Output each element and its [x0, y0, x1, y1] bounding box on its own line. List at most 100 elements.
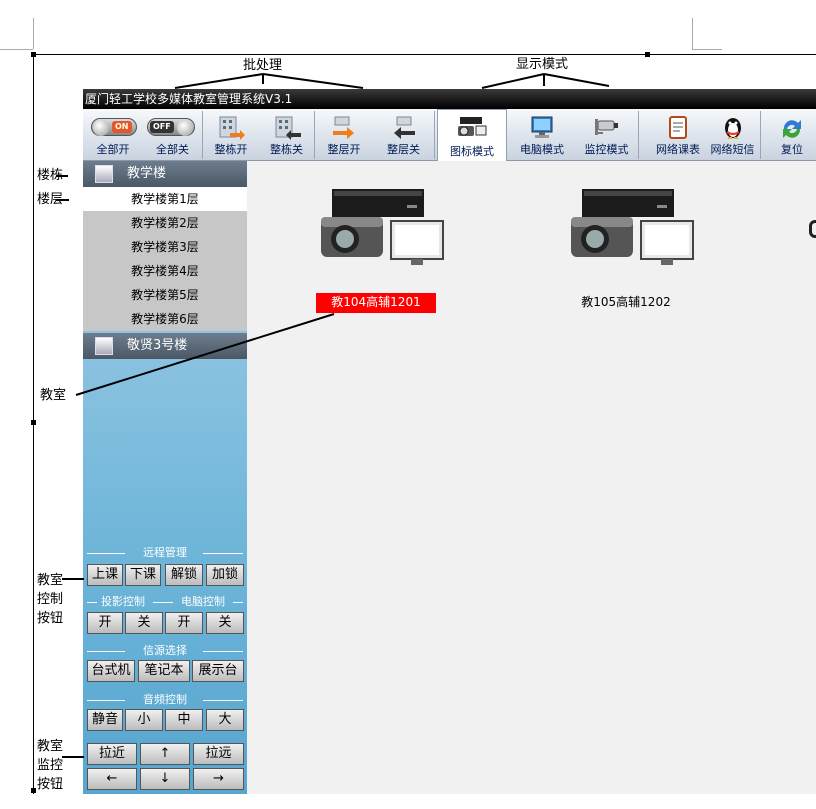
floor-on-button[interactable]: 整层开 — [315, 111, 373, 159]
floor-on-icon — [333, 116, 354, 139]
reset-label: 复位 — [781, 143, 803, 156]
pan-left-button[interactable]: ← — [87, 768, 137, 790]
classroom-label: 教104高辅1201 — [316, 293, 436, 313]
projector-off-button[interactable]: 关 — [125, 612, 163, 634]
lock-button[interactable]: 加锁 — [206, 564, 244, 586]
annotation-control-buttons: 教室 控制 按钮 — [37, 571, 63, 628]
resize-handle[interactable] — [31, 788, 36, 793]
floor-item[interactable]: 教学楼第3层 — [83, 235, 247, 259]
schedule-button[interactable]: 网络课表 — [651, 111, 705, 159]
building-item[interactable]: 教学楼 — [83, 161, 247, 187]
crop-mark — [33, 18, 34, 49]
remote-section-title: 远程管理 — [83, 546, 247, 560]
window-title: 厦门轻工学校多媒体教室管理系统V3.1 — [83, 89, 816, 109]
mute-button[interactable]: 静音 — [87, 709, 123, 731]
building-off-label: 整栋关 — [270, 143, 303, 156]
classroom-item[interactable]: 教105高辅1202 — [557, 183, 697, 313]
toolbar: ON 全部开 OFF 全部关 整栋开 整栋关 整层开 整层关 图标模式 电脑模式… — [83, 109, 816, 161]
volume-high-button[interactable]: 大 — [206, 709, 244, 731]
class-start-button[interactable]: 上课 — [87, 564, 123, 586]
floor-off-label: 整层关 — [387, 143, 420, 156]
all-off-button[interactable]: OFF 全部关 — [143, 111, 203, 159]
computer-title: 电脑控制 — [181, 595, 225, 608]
classroom-area: 教104高辅1201 教105高辅1202 — [247, 161, 816, 794]
monitor-mode-label: 监控模式 — [584, 143, 629, 156]
tilt-down-button[interactable]: ↓ — [140, 768, 190, 790]
on-badge: ON — [112, 121, 132, 133]
annotation-floor: 楼层 — [37, 192, 64, 207]
source-title: 信源选择 — [143, 644, 187, 657]
unlock-button[interactable]: 解锁 — [165, 564, 203, 586]
toggle-off-icon: OFF — [147, 118, 195, 136]
floor-item[interactable]: 教学楼第6层 — [83, 307, 247, 331]
classroom-item[interactable]: 教104高辅1201 — [307, 183, 447, 313]
floor-item[interactable]: 教学楼第2层 — [83, 211, 247, 235]
source-laptop-button[interactable]: 笔记本 — [138, 660, 190, 682]
building-item[interactable]: 敬贤3号楼 — [83, 333, 247, 359]
reset-button[interactable]: 复位 — [767, 111, 816, 159]
resize-handle[interactable] — [31, 420, 36, 425]
floor-item[interactable]: 教学楼第1层 — [83, 187, 247, 211]
zoom-out-button[interactable]: 拉远 — [193, 743, 244, 765]
sms-button[interactable]: 网络短信 — [705, 111, 761, 159]
annotation-monitor-buttons: 教室 监控 按钮 — [37, 737, 63, 794]
volume-mid-button[interactable]: 中 — [165, 709, 203, 731]
classroom-item[interactable] — [807, 216, 816, 246]
annotation-line: 按钮 — [37, 777, 64, 792]
crop-mark — [692, 18, 693, 49]
icon-mode-tab[interactable]: 图标模式 — [437, 109, 507, 161]
crop-mark — [0, 49, 33, 50]
monitor-mode-tab[interactable]: 监控模式 — [575, 111, 639, 159]
all-on-label: 全部开 — [96, 143, 130, 156]
annotation-line: 监控 — [37, 758, 64, 773]
floor-on-label: 整层开 — [327, 143, 361, 156]
building-on-icon — [219, 116, 245, 140]
annotation-line: 控制 — [37, 592, 64, 607]
building-icon — [95, 165, 113, 183]
building-off-icon — [275, 116, 301, 140]
schedule-label: 网络课表 — [656, 143, 700, 156]
floor-off-button[interactable]: 整层关 — [373, 111, 435, 159]
pc-mode-tab[interactable]: 电脑模式 — [509, 111, 575, 159]
projector-title: 投影控制 — [101, 595, 145, 608]
floor-item[interactable]: 教学楼第4层 — [83, 259, 247, 283]
computer-off-button[interactable]: 关 — [206, 612, 244, 634]
sidebar: 教学楼 教学楼第1层 教学楼第2层 教学楼第3层 教学楼第4层 教学楼第5层 教… — [83, 161, 247, 794]
annotation-line: 按钮 — [37, 611, 64, 626]
audio-section-title: 音频控制 — [83, 693, 247, 707]
computer-on-button[interactable]: 开 — [165, 612, 203, 634]
annotation-building: 楼栋 — [37, 168, 64, 183]
source-presenter-button[interactable]: 展示台 — [192, 660, 244, 682]
resize-handle[interactable] — [31, 52, 36, 57]
class-end-button[interactable]: 下课 — [125, 564, 161, 586]
audio-title: 音频控制 — [143, 693, 187, 706]
projector-computer-section-title: 投影控制 电脑控制 — [83, 595, 247, 609]
building-off-button[interactable]: 整栋关 — [259, 111, 315, 159]
annotation-line: 教室 — [37, 573, 64, 588]
off-badge: OFF — [150, 121, 174, 133]
icon-mode-label: 图标模式 — [450, 145, 494, 158]
projector-icon — [458, 117, 487, 136]
all-on-button[interactable]: ON 全部开 — [83, 111, 143, 159]
source-desktop-button[interactable]: 台式机 — [87, 660, 135, 682]
building-icon — [95, 337, 113, 355]
classroom-equipment-icon — [321, 189, 444, 265]
computer-icon — [531, 116, 553, 138]
crop-mark — [692, 49, 722, 50]
schedule-icon — [669, 116, 687, 139]
penguin-icon — [724, 118, 741, 139]
volume-low-button[interactable]: 小 — [125, 709, 163, 731]
remote-title: 远程管理 — [143, 546, 187, 559]
projector-on-button[interactable]: 开 — [87, 612, 123, 634]
building-on-button[interactable]: 整栋开 — [203, 111, 259, 159]
annotation-batch: 批处理 — [243, 58, 283, 73]
tilt-up-button[interactable]: ↑ — [140, 743, 190, 765]
floor-item[interactable]: 教学楼第5层 — [83, 283, 247, 307]
resize-handle[interactable] — [645, 52, 650, 57]
annotation-line: 教室 — [37, 739, 64, 754]
pan-right-button[interactable]: → — [193, 768, 244, 790]
annotation-display-mode: 显示模式 — [516, 57, 569, 72]
zoom-in-button[interactable]: 拉近 — [87, 743, 137, 765]
classroom-equipment-icon — [571, 189, 694, 265]
building-label: 敬贤3号楼 — [127, 338, 188, 353]
